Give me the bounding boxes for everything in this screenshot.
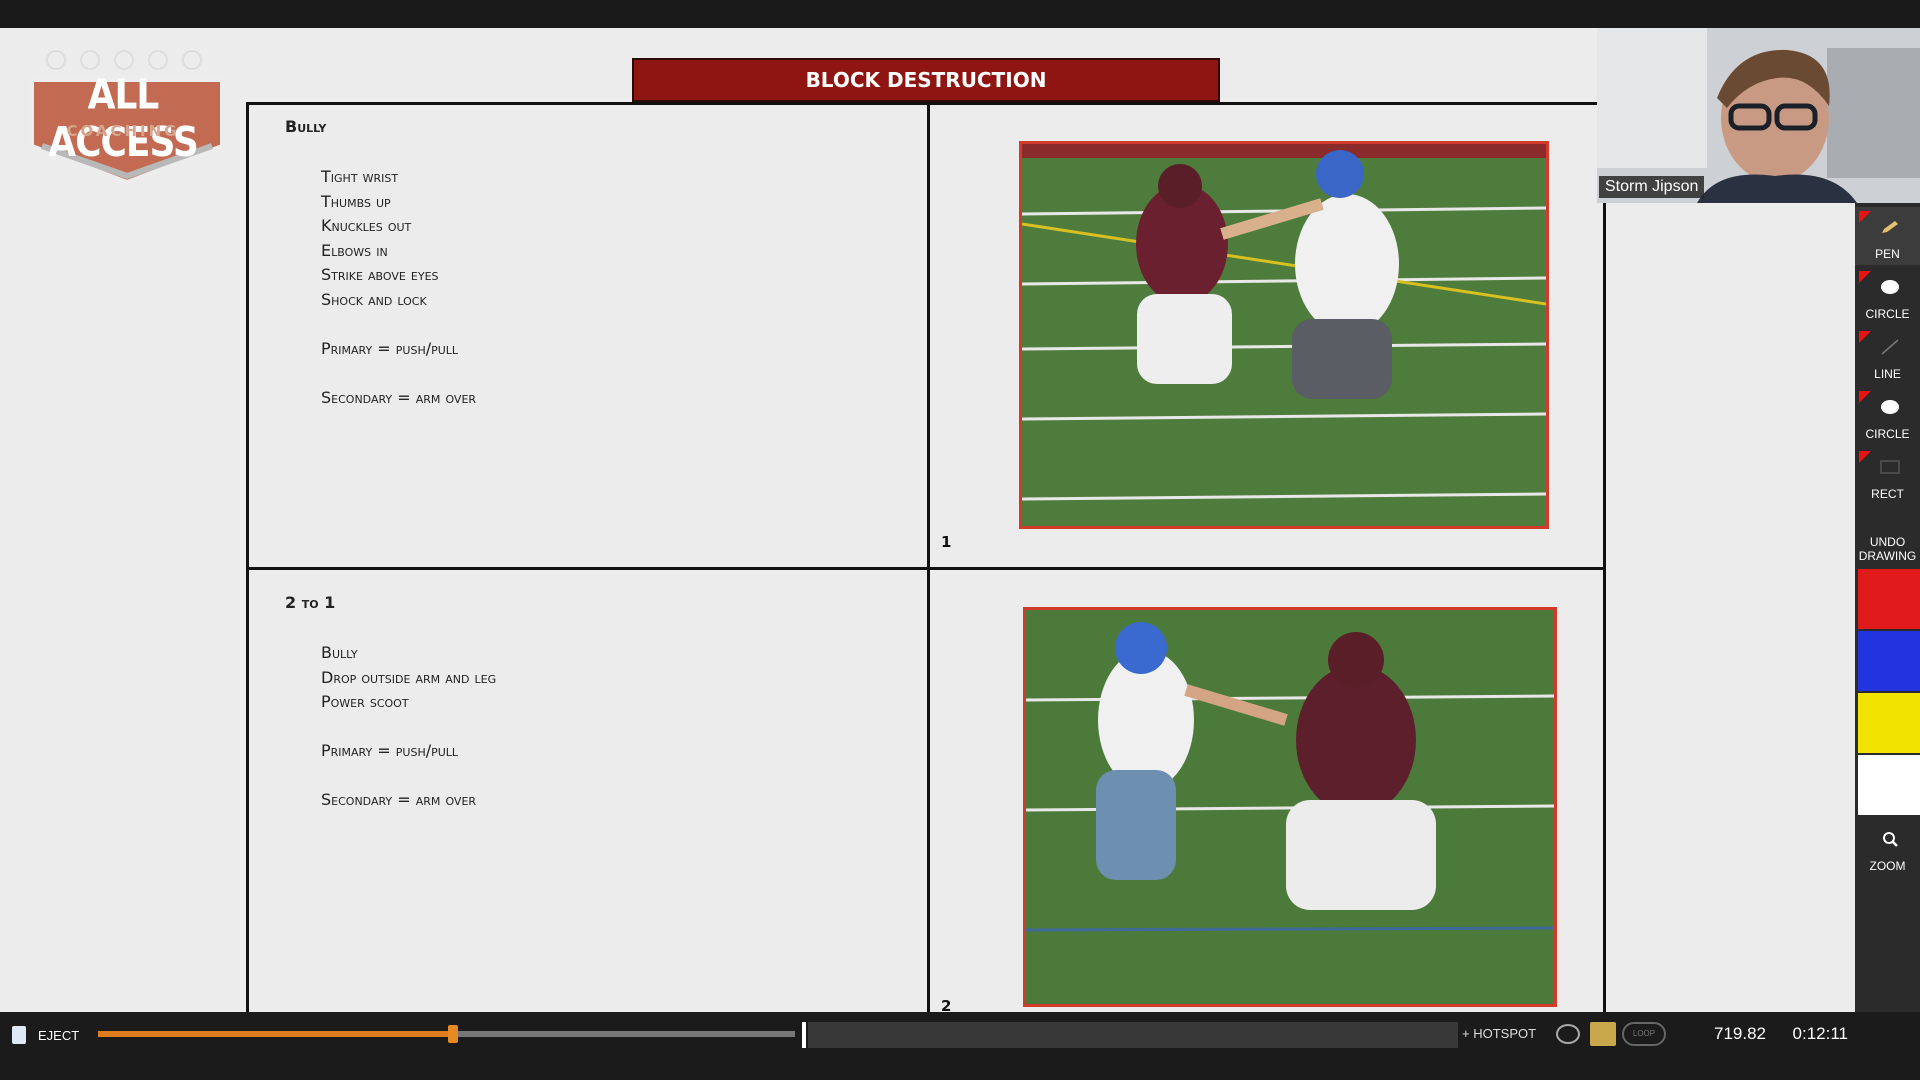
list-item: Knuckles out xyxy=(321,216,412,235)
logo-sport-icons xyxy=(46,50,216,72)
football-icon xyxy=(114,50,134,70)
eject-label: EJECT xyxy=(38,1028,80,1043)
slide-area: ALL ACCESS COACHING BLOCK DESTRUCTION Bu… xyxy=(0,28,1855,1037)
top-bar xyxy=(0,0,1920,28)
list-item: Power scoot xyxy=(321,692,409,711)
circle-outline-tool-button[interactable]: CIRCLE xyxy=(1855,387,1920,445)
list-item: Primary = push/pull xyxy=(321,338,459,358)
timeline-track[interactable] xyxy=(808,1022,1458,1048)
filled-circle-icon xyxy=(1881,280,1899,294)
drawing-toolbar: PEN CIRCLE LINE CIRCLE RECT UNDO DRAWING… xyxy=(1855,203,1920,1012)
list-item: Drop outside arm and leg xyxy=(321,667,497,687)
time-value: 719.82 xyxy=(1714,1024,1766,1043)
playback-slider-handle[interactable] xyxy=(448,1025,459,1043)
circle-tool-label: CIRCLE xyxy=(1865,307,1910,321)
eject-button[interactable]: EJECT xyxy=(8,1020,88,1048)
cell2-list: Bully Drop outside arm and leg Power scoot… xyxy=(321,641,496,813)
undo-drawing-button[interactable]: UNDO DRAWING xyxy=(1855,523,1920,567)
list-item: Bully xyxy=(321,643,358,662)
list-item: Tight wrist xyxy=(321,167,399,186)
list-item xyxy=(321,312,476,337)
undo-drawing-label: UNDO DRAWING xyxy=(1858,535,1917,563)
grid-divider-horizontal xyxy=(249,567,1603,570)
color-indicator-icon xyxy=(1859,271,1871,283)
timeline-playhead[interactable] xyxy=(802,1022,806,1048)
list-item xyxy=(321,715,496,740)
list-item: Secondary = arm over xyxy=(321,790,477,809)
photo-number-1: 1 xyxy=(941,533,952,551)
logo-text-main: ALL ACCESS xyxy=(48,71,199,167)
playback-slider[interactable] xyxy=(98,1025,795,1043)
cell1-heading: Bully xyxy=(285,117,327,136)
color-indicator-icon xyxy=(1859,211,1871,223)
rect-tool-button[interactable]: RECT xyxy=(1855,447,1920,505)
webcam-feed: Storm Jipson xyxy=(1597,28,1920,203)
racket-icon xyxy=(148,50,168,70)
line-tool-label: LINE xyxy=(1874,367,1901,381)
list-item: Elbows in xyxy=(321,240,388,260)
color-swatch-blue[interactable] xyxy=(1858,631,1920,691)
football-photo-2 xyxy=(1023,607,1557,1007)
ball-icon xyxy=(80,50,100,70)
list-item: Thumbs up xyxy=(321,191,391,211)
football-photo-1 xyxy=(1019,141,1549,529)
list-item: Strike above eyes xyxy=(321,265,439,284)
pen-tool-button[interactable]: PEN xyxy=(1855,207,1920,265)
color-swatch-white[interactable] xyxy=(1858,755,1920,815)
circle-tool-button[interactable]: CIRCLE xyxy=(1855,267,1920,325)
outline-circle-icon xyxy=(1881,400,1899,414)
list-item: Secondary = arm over xyxy=(321,387,477,407)
cell2-heading: 2 to 1 xyxy=(285,593,336,612)
loop-button[interactable]: LOOP xyxy=(1622,1022,1666,1046)
list-item: Primary = push/pull xyxy=(321,741,459,760)
color-indicator-icon xyxy=(1859,331,1871,343)
circle-outline-tool-label: CIRCLE xyxy=(1865,427,1910,441)
slide-grid: Bully Tight wrist Thumbs up Knuckles out El… xyxy=(246,102,1606,1037)
color-indicator-icon xyxy=(1859,451,1871,463)
rectangle-icon xyxy=(1880,460,1900,474)
color-swatch-yellow[interactable] xyxy=(1858,693,1920,753)
magnifier-icon xyxy=(1883,832,1898,847)
all-access-coaching-logo: ALL ACCESS COACHING xyxy=(24,50,230,188)
eye-icon[interactable] xyxy=(1556,1024,1580,1044)
playback-bar: EJECT + HOTSPOT LOOP 719.82 0:12:11 xyxy=(0,1012,1920,1080)
ball-icon xyxy=(46,50,66,70)
pen-tool-label: PEN xyxy=(1875,247,1900,261)
eject-icon xyxy=(12,1026,26,1044)
slide-title: BLOCK DESTRUCTION xyxy=(632,58,1220,102)
logo-text-sub: COACHING xyxy=(66,122,180,140)
add-hotspot-button[interactable]: + HOTSPOT xyxy=(1462,1026,1536,1041)
time-clock: 0:12:11 xyxy=(1792,1024,1848,1043)
rect-tool-label: RECT xyxy=(1871,487,1904,501)
zoom-button[interactable]: ZOOM xyxy=(1855,819,1920,877)
zoom-label: ZOOM xyxy=(1869,859,1906,873)
list-item xyxy=(321,764,496,789)
playback-progress-fill xyxy=(98,1031,454,1037)
list-item: Shock and lock xyxy=(321,289,427,309)
line-tool-button[interactable]: LINE xyxy=(1855,327,1920,385)
cell1-list: Tight wrist Thumbs up Knuckles out Elbows i… xyxy=(321,165,476,410)
line-icon xyxy=(1881,339,1899,355)
color-swatch-red[interactable] xyxy=(1858,569,1920,629)
pencil-icon xyxy=(1882,221,1898,233)
list-item xyxy=(321,361,476,386)
speaker-icon[interactable] xyxy=(1590,1022,1616,1046)
participant-name: Storm Jipson xyxy=(1599,176,1705,198)
kettlebell-icon xyxy=(182,50,202,70)
color-indicator-icon xyxy=(1859,391,1871,403)
